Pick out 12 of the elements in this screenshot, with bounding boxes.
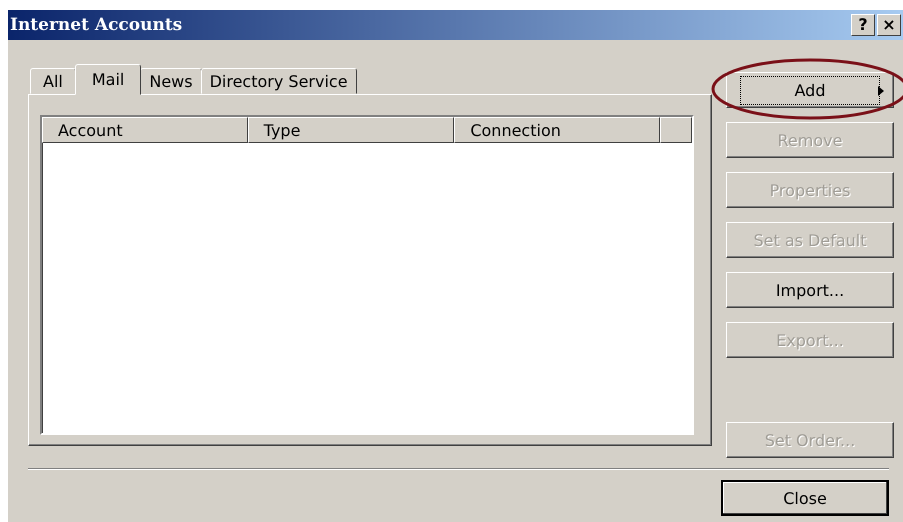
- tab[interactable]: Mail: [74, 64, 142, 95]
- close-button[interactable]: ×: [877, 14, 901, 36]
- window-title: Internet Accounts: [10, 15, 182, 35]
- column-header[interactable]: Account: [42, 117, 248, 143]
- action-button[interactable]: Import...: [726, 272, 894, 308]
- add-button[interactable]: Add: [726, 72, 894, 108]
- tab[interactable]: All: [30, 68, 76, 94]
- column-header[interactable]: Type: [248, 117, 454, 143]
- close-button[interactable]: Close: [721, 480, 889, 516]
- tab[interactable]: Directory Service: [200, 68, 357, 94]
- help-button[interactable]: ?: [851, 14, 875, 36]
- column-header[interactable]: Connection: [454, 117, 660, 143]
